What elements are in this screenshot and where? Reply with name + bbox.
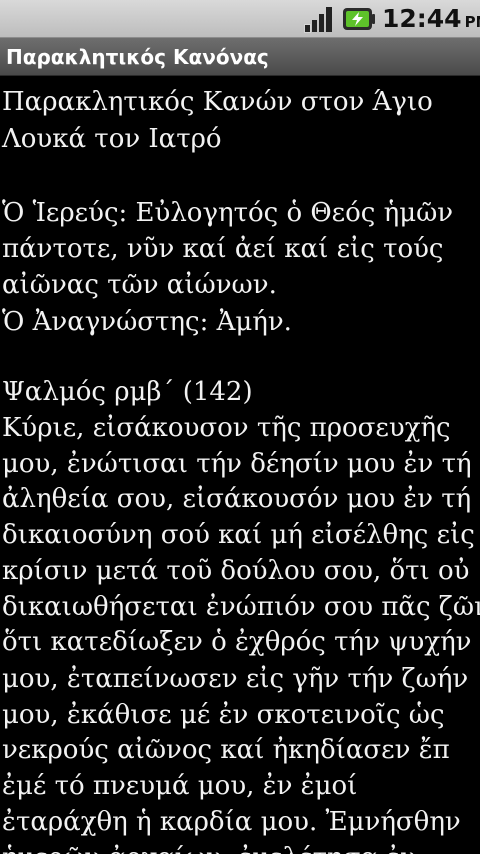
- text-line: Παρακλητικός Κανών στον Άγιο: [2, 87, 433, 117]
- status-clock: 12:44PM: [382, 4, 480, 34]
- text-line: δικαιωθήσεται ἐνώπιόν σου πᾶς ζῶν.: [2, 592, 480, 622]
- text-line: κρίσιν μετά τοῦ δούλου σου, ὅτι οὐ: [2, 556, 470, 586]
- app-title: Παρακλητικός Κανόνας: [6, 45, 269, 69]
- app-title-bar: Παρακλητικός Κανόνας: [0, 38, 480, 76]
- text-line: Ὁ Ἱερεύς: Εὐλογητός ὁ Θεός ἡμῶν: [2, 198, 454, 228]
- text-line: δικαιοσύνη σού καί μή εἰσέλθης εἰς: [2, 520, 475, 550]
- phone-screen: 12:44PM Παρακλητικός Κανόνας Παρακλητικό…: [0, 0, 480, 854]
- text-line: Κύριε, εἰσάκουσον τῆς προσευχῆς: [2, 413, 451, 443]
- text-line: Λουκά τον Ιατρό: [2, 124, 222, 154]
- text-line: νεκρούς αἰῶνος καί ἠκηδίασεν ἔπ: [2, 735, 450, 765]
- text-line: ἀληθεία σου, εἰσάκουσόν μου ἐν τή: [2, 484, 472, 514]
- text-line: αἰῶνας τῶν αἰώνων.: [2, 270, 277, 300]
- battery-charging-icon: [343, 8, 375, 30]
- clock-time: 12:44: [382, 4, 462, 33]
- text-line: πάντοτε, νῦν καί ἀεί καί εἰς τούς: [2, 234, 444, 264]
- status-bar: 12:44PM: [0, 0, 480, 38]
- text-line: Ψαλμός ρμβ΄ (142): [2, 377, 253, 407]
- text-line: μου, ἐταπείνωσεν εἰς γῆν τήν ζωήν: [2, 664, 469, 694]
- text-line: μου, ἐνώτισαι τήν δέησίν μου ἐν τή: [2, 449, 472, 479]
- text-line: ἐμέ τό πνευμά μου, ἐν ἐμοί: [2, 771, 358, 801]
- text-content[interactable]: Παρακλητικός Κανών στον Άγιο Λουκά τον Ι…: [0, 76, 480, 854]
- text-line: ὅτι κατεδίωξεν ὁ ἐχθρός τήν ψυχήν: [2, 627, 472, 657]
- text-line: μου, ἐκάθισε μέ ἐν σκοτεινοῖς ὡς: [2, 700, 445, 730]
- signal-strength-icon: [304, 7, 332, 33]
- text-line: ἐταράχθη ἡ καρδία μου. Ἐμνήσθην: [2, 807, 461, 837]
- text-line: Ὁ Ἀναγνώστης: Ἀμήν.: [2, 307, 292, 337]
- text-line: ἡμερῶν ἀρχαίων, ἐμελέτησα ἐν: [2, 840, 416, 854]
- clock-ampm: PM: [464, 13, 480, 31]
